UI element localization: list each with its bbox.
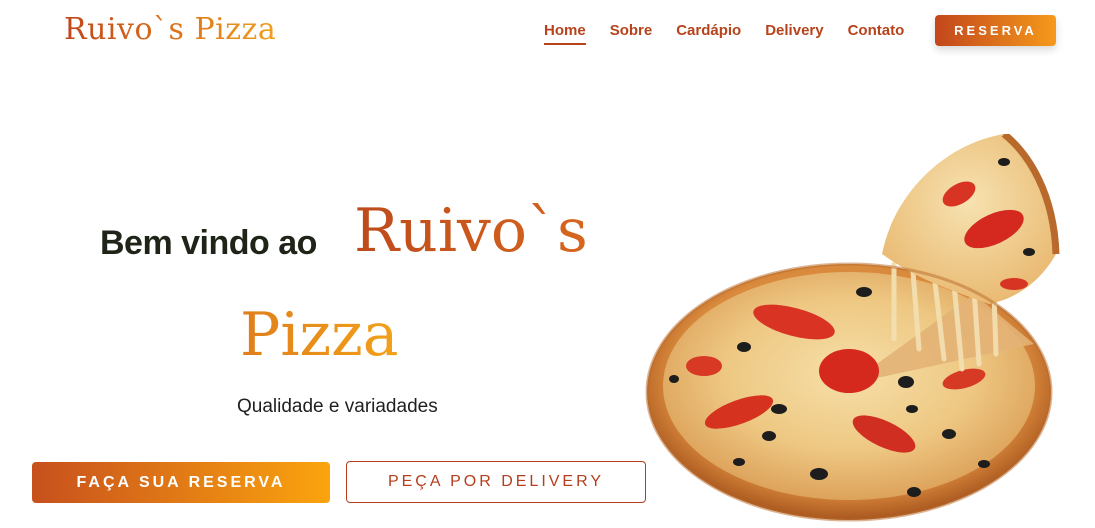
nav-contato[interactable]: Contato <box>848 22 905 45</box>
order-delivery-button[interactable]: PEÇA POR DELIVERY <box>346 461 646 503</box>
hero-tagline: Qualidade e variadades <box>237 396 438 417</box>
nav-sobre[interactable]: Sobre <box>610 22 653 45</box>
hero-brand-line1: Ruivo`s <box>354 196 588 266</box>
hero-brand-line2: Pizza <box>240 300 399 370</box>
nav-cardapio[interactable]: Cardápio <box>676 22 741 45</box>
site-logo[interactable]: Ruivo`s Pizza <box>64 12 276 47</box>
reserve-button[interactable]: RESERVA <box>935 15 1056 46</box>
nav-delivery[interactable]: Delivery <box>765 22 823 45</box>
welcome-heading: Bem vindo ao <box>100 224 317 262</box>
main-nav: Home Sobre Cardápio Delivery Contato <box>544 22 928 45</box>
pizza-image <box>645 134 1060 522</box>
make-reservation-button[interactable]: FAÇA SUA RESERVA <box>32 462 330 503</box>
nav-home[interactable]: Home <box>544 22 586 45</box>
